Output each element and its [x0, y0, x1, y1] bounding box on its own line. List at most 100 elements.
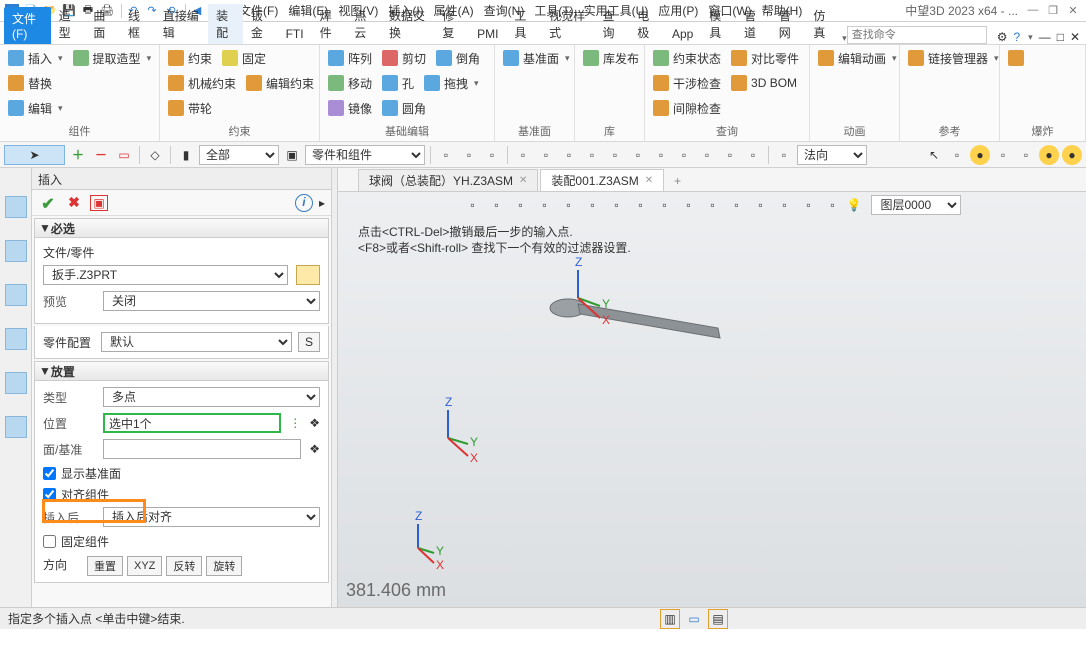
tb-icon[interactable]: ▫ [536, 145, 556, 165]
ribbon-datum[interactable]: 基准面▾ [503, 50, 570, 67]
select-tool-icon[interactable]: ➤ [4, 145, 65, 165]
vt-icon[interactable]: ▫ [511, 195, 531, 215]
ribbon-pulley[interactable]: 带轮 [168, 100, 212, 117]
filter-type[interactable]: 零件和组件 [305, 145, 425, 165]
info-icon[interactable]: i [295, 194, 313, 212]
tb-icon[interactable]: ▫ [513, 145, 533, 165]
ribbon-interf[interactable]: 干涉检查 [653, 75, 721, 92]
section-place[interactable]: ▼ 放置 [34, 361, 329, 381]
cube-icon[interactable]: ▣ [282, 145, 302, 165]
ribbon-tab[interactable]: 钣金 [243, 4, 278, 44]
ribbon-editcomp[interactable]: 编辑▾ [8, 100, 63, 117]
lv-icon[interactable] [5, 372, 27, 394]
tb-icon[interactable]: ▫ [436, 145, 456, 165]
preview-select[interactable]: 关闭 [103, 291, 320, 311]
ribbon-mechconstr[interactable]: 机械约束 [168, 75, 236, 92]
filter-icon[interactable]: ◇ [145, 145, 165, 165]
ribbon-tab-active[interactable]: 装配 [208, 4, 243, 44]
vt-icon[interactable]: ▫ [775, 195, 795, 215]
ribbon-linkmgr[interactable]: 链接管理器▾ [908, 50, 999, 67]
status-icon[interactable]: ▥ [660, 609, 680, 629]
ribbon-tab[interactable]: 查询 [595, 4, 630, 44]
vt-icon[interactable]: ▫ [727, 195, 747, 215]
vt-icon[interactable]: ▫ [487, 195, 507, 215]
ribbon-explode[interactable] [1008, 50, 1024, 66]
tb-icon[interactable]: ▫ [582, 145, 602, 165]
pick-icon[interactable]: ❖ [309, 442, 320, 456]
vt-icon[interactable]: ▫ [631, 195, 651, 215]
remove-tool-icon[interactable]: － [91, 145, 111, 165]
ribbon-tab[interactable]: 仿真 [805, 4, 840, 44]
ribbon-tab[interactable]: 视觉样式 [541, 4, 594, 44]
layer-select[interactable]: 图层0000 [871, 195, 961, 215]
tb-icon[interactable]: ▫ [743, 145, 763, 165]
ribbon-chamfer[interactable]: 倒角 [436, 50, 480, 67]
position-input[interactable] [103, 413, 281, 433]
pick-icon[interactable]: ❖ [309, 416, 320, 430]
help-icon[interactable]: ? [1013, 30, 1020, 44]
cancel-button[interactable]: ✖ [64, 194, 84, 212]
window-max-icon[interactable]: □ [1057, 30, 1064, 44]
dropdown-icon[interactable]: ▾ [1028, 32, 1033, 43]
ribbon-editconstr[interactable]: 编辑约束 [246, 75, 314, 92]
tb-icon[interactable]: ▫ [605, 145, 625, 165]
restore-button[interactable]: ❐ [1044, 4, 1062, 18]
vt-icon[interactable]: ▫ [535, 195, 555, 215]
type-select[interactable]: 多点 [103, 387, 320, 407]
status-icon[interactable]: ▤ [708, 609, 728, 629]
tb-icon[interactable]: ▫ [482, 145, 502, 165]
ribbon-replace[interactable]: 替换 [8, 75, 52, 92]
bulb-icon[interactable]: 💡 [847, 198, 862, 212]
ribbon-tab[interactable]: PMI [469, 24, 506, 44]
flip-button[interactable]: 反转 [166, 556, 202, 576]
status-icon[interactable]: ▭ [684, 609, 704, 629]
ribbon-fillet[interactable]: 圆角 [382, 100, 426, 117]
vt-icon[interactable]: ▫ [559, 195, 579, 215]
settings-icon[interactable]: ⚙ [997, 30, 1008, 44]
xyz-button[interactable]: XYZ [127, 556, 162, 576]
minimize-button[interactable]: — [1024, 4, 1042, 18]
rotate-button[interactable]: 旋转 [206, 556, 242, 576]
ribbon-pattern[interactable]: 阵列 [328, 50, 372, 67]
ribbon-bom[interactable]: 3D BOM [731, 75, 797, 91]
s-button[interactable]: S [298, 332, 320, 352]
color-icon[interactable]: ▮ [176, 145, 196, 165]
vt-icon[interactable]: ▫ [703, 195, 723, 215]
ribbon-compare[interactable]: 对比零件 [731, 50, 799, 67]
file-select[interactable]: 扳手.Z3PRT [43, 265, 288, 285]
ribbon-tab[interactable]: 线框 [120, 4, 155, 44]
lv-icon[interactable] [5, 284, 27, 306]
show-datum-checkbox[interactable] [43, 467, 56, 480]
ribbon-libpub[interactable]: 库发布 [583, 50, 639, 67]
record-icon[interactable]: ● [970, 145, 990, 165]
apply-icon[interactable]: ▣ [90, 195, 108, 211]
tb-icon[interactable]: ▫ [628, 145, 648, 165]
tb-icon[interactable]: ▫ [774, 145, 794, 165]
tb-icon[interactable]: ↖ [924, 145, 944, 165]
vt-icon[interactable]: ▫ [679, 195, 699, 215]
close-tab-icon[interactable]: ✕ [645, 175, 653, 186]
ribbon-tab[interactable]: 曲面 [85, 4, 120, 44]
new-tab-button[interactable]: + [666, 171, 689, 191]
lv-icon[interactable] [5, 328, 27, 350]
ribbon-tab[interactable]: FTI [278, 24, 312, 44]
window-tool-icon[interactable]: ▭ [114, 145, 134, 165]
expand-icon[interactable]: ▸ [319, 196, 325, 210]
vt-icon[interactable]: ▫ [751, 195, 771, 215]
ribbon-tab[interactable]: 修复 [434, 4, 469, 44]
vt-icon[interactable]: ▫ [463, 195, 483, 215]
ribbon-tab[interactable]: 造型 [51, 4, 86, 44]
tb-icon[interactable]: ▫ [674, 145, 694, 165]
tb-icon[interactable]: ▫ [1016, 145, 1036, 165]
after-select[interactable]: 插入后对齐 [103, 507, 320, 527]
ribbon-tab[interactable]: 模具 [701, 4, 736, 44]
tb-icon[interactable]: ▫ [459, 145, 479, 165]
ribbon-tab[interactable]: 管道 [736, 4, 771, 44]
lv-icon[interactable] [5, 240, 27, 262]
ribbon-tab[interactable]: 管网 [771, 4, 806, 44]
ribbon-tab-file[interactable]: 文件(F) [4, 7, 51, 44]
ribbon-tab[interactable]: 直接编辑 [155, 4, 208, 44]
tb-icon[interactable]: ▫ [559, 145, 579, 165]
tb-icon[interactable]: ▫ [697, 145, 717, 165]
close-button[interactable]: ✕ [1064, 4, 1082, 18]
